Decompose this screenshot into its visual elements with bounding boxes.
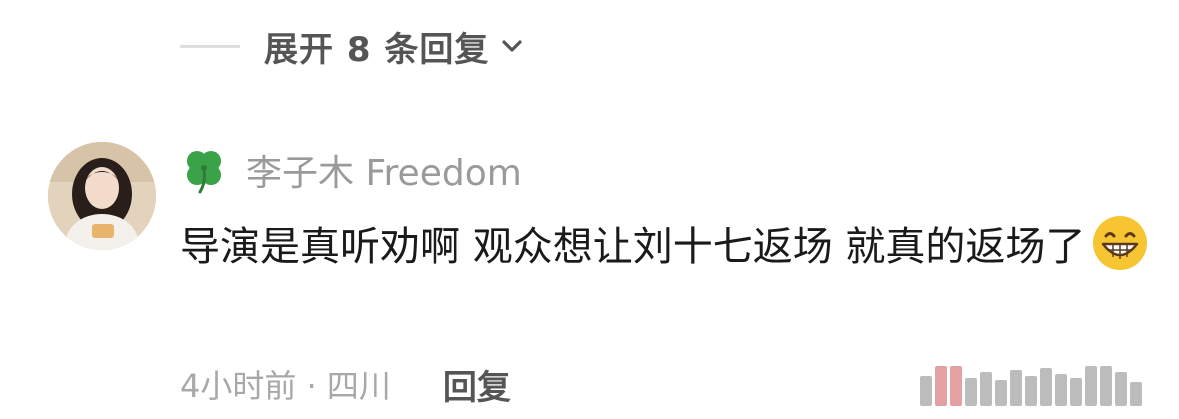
username[interactable]: 李子木 Freedom — [246, 144, 522, 196]
expand-replies-button[interactable]: 展开 8 条回复 — [180, 18, 525, 74]
chevron-down-icon — [502, 40, 522, 52]
four-leaf-clover-icon — [187, 151, 221, 194]
comment-body: 导演是真听劝啊 观众想让刘十七返场 就真的返场了 — [180, 212, 1160, 282]
comment-text: 导演是真听劝啊 观众想让刘十七返场 就真的返场了 — [180, 224, 1086, 270]
comment-meta: 4小时前 · 四川 — [180, 367, 391, 405]
user-avatar[interactable] — [48, 142, 156, 250]
divider-line — [180, 44, 240, 48]
avatar-image — [48, 142, 156, 250]
watermark — [920, 362, 1142, 406]
grinning-face-icon — [1093, 216, 1148, 270]
expand-replies-label: 展开 8 条回复 — [264, 29, 490, 70]
comment-footer: 4小时前 · 四川 回复 — [180, 358, 511, 410]
comment-header: 李子木 Freedom — [180, 145, 522, 195]
reply-button[interactable]: 回复 — [443, 360, 511, 409]
